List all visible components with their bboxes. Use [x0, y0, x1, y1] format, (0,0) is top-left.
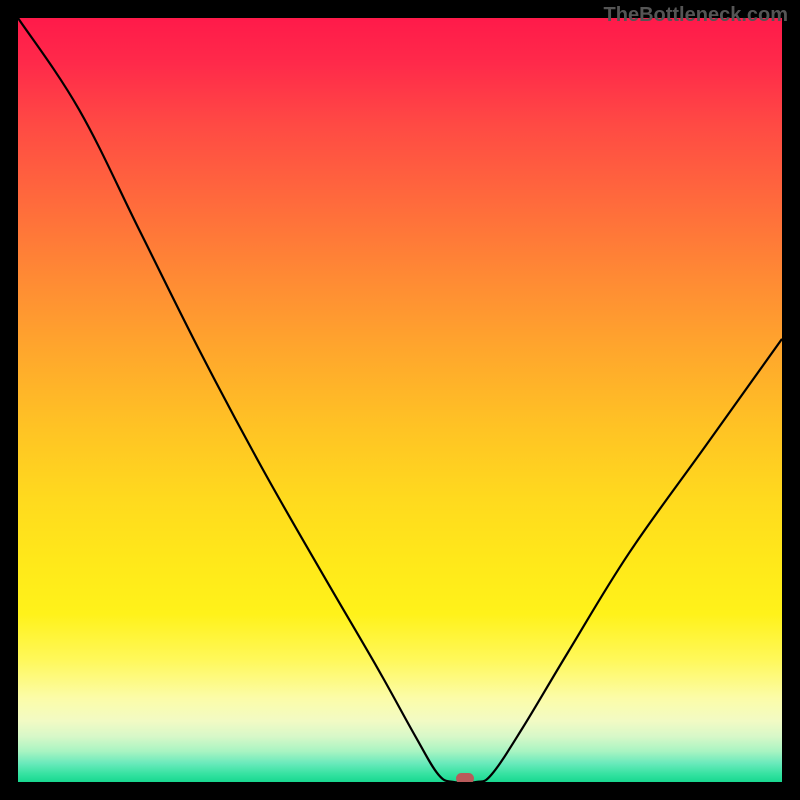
watermark-text: TheBottleneck.com [604, 4, 788, 27]
optimal-point-marker [456, 773, 474, 782]
bottleneck-curve [18, 18, 782, 782]
chart-plot-area [18, 18, 782, 782]
